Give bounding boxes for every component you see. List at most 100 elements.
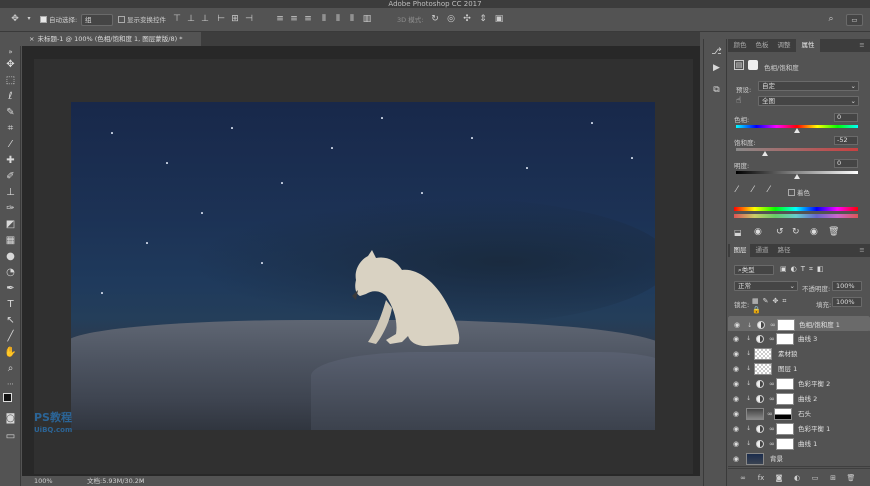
- lightness-value-input[interactable]: 0: [834, 159, 858, 168]
- actions-play-icon[interactable]: ▶: [711, 63, 722, 74]
- visibility-eye-icon[interactable]: ◉: [734, 321, 743, 329]
- hue-slider-thumb[interactable]: [794, 128, 800, 133]
- link-layers-icon[interactable]: ∞: [738, 473, 748, 483]
- tab-swatches[interactable]: 色板: [752, 39, 772, 52]
- distribute-bottom-icon[interactable]: ≡: [303, 14, 313, 24]
- layer-mask-thumbnail[interactable]: [774, 408, 792, 420]
- visibility-eye-icon[interactable]: ◉: [733, 335, 742, 343]
- channel-select[interactable]: 全图 ⌄: [758, 96, 859, 106]
- visibility-eye-icon[interactable]: ◉: [733, 365, 742, 373]
- visibility-eye-icon[interactable]: ◉: [733, 440, 742, 448]
- layer-row[interactable]: ◉ ↓ ∞ 色彩平衡 1: [728, 421, 870, 437]
- new-adjustment-icon[interactable]: ◐: [792, 473, 802, 483]
- toggle-previous-icon[interactable]: ◉: [754, 227, 762, 237]
- quick-select-tool-icon[interactable]: ✎: [3, 106, 18, 119]
- zoom-tool-icon[interactable]: ⌕: [3, 362, 18, 375]
- quick-mask-icon[interactable]: ◙: [3, 412, 18, 425]
- tab-paths[interactable]: 路径: [774, 244, 794, 257]
- align-vcenter-icon[interactable]: ⊥: [186, 14, 196, 24]
- tool-preset-dropdown-icon[interactable]: ▾: [24, 14, 34, 24]
- tab-layers[interactable]: 图层: [730, 244, 750, 257]
- collapse-tools-icon[interactable]: »: [3, 48, 18, 56]
- distribute-top-icon[interactable]: ≡: [275, 14, 285, 24]
- opacity-input[interactable]: 100%: [832, 281, 862, 291]
- layer-thumbnail[interactable]: [746, 408, 764, 420]
- layer-thumbnail[interactable]: [746, 453, 764, 465]
- colorize-check-icon[interactable]: [788, 189, 795, 196]
- lock-icons[interactable]: ▦✎✥⌗🔒: [752, 297, 802, 314]
- auto-select-check-icon[interactable]: [40, 16, 47, 23]
- layer-mask-icon[interactable]: [748, 60, 758, 70]
- align-top-icon[interactable]: ⊤: [172, 14, 182, 24]
- visibility-eye-icon[interactable]: ◉: [733, 455, 742, 463]
- panel-menu-icon[interactable]: ≡: [856, 39, 868, 52]
- distribute-vcenter-icon[interactable]: ≡: [289, 14, 299, 24]
- dodge-tool-icon[interactable]: ◔: [3, 266, 18, 279]
- workspace-icon[interactable]: ▭: [846, 14, 863, 26]
- saturation-slider-track[interactable]: [736, 148, 858, 151]
- document-tab[interactable]: × 未标题-1 @ 100% (色相/饱和度 1, 图层蒙版/8) *: [23, 32, 201, 46]
- layer-mask-thumbnail[interactable]: [776, 333, 794, 345]
- auto-select-checkbox[interactable]: 自动选择:: [40, 13, 77, 27]
- drag-3d-icon[interactable]: ✣: [462, 14, 472, 24]
- crop-tool-icon[interactable]: ⌗: [3, 122, 18, 135]
- visibility-eye-icon[interactable]: ◉: [733, 425, 742, 433]
- layer-row[interactable]: ◉ ↓ 图层 1: [728, 361, 870, 377]
- line-tool-icon[interactable]: ╱: [3, 330, 18, 343]
- layer-row[interactable]: ◉ ↓ 素材狼: [728, 346, 870, 362]
- document-size-info[interactable]: 文档:5.93M/30.2M: [87, 476, 145, 486]
- slide-3d-icon[interactable]: ⇕: [478, 14, 488, 24]
- target-adjustment-hand-icon[interactable]: ☝: [736, 96, 741, 106]
- align-left-icon[interactable]: ⊢: [216, 14, 226, 24]
- layer-mask-thumbnail[interactable]: [777, 319, 795, 331]
- clone-stamp-tool-icon[interactable]: ⊥: [3, 186, 18, 199]
- tab-adjustments[interactable]: 调整: [774, 39, 794, 52]
- fill-input[interactable]: 100%: [832, 297, 862, 307]
- layer-row[interactable]: ◉ ∞ 石头: [728, 406, 870, 422]
- layer-mask-thumbnail[interactable]: [776, 393, 794, 405]
- roll-3d-icon[interactable]: ◎: [446, 14, 456, 24]
- clip-to-layer-icon[interactable]: ⬓: [734, 228, 742, 237]
- pen-tool-icon[interactable]: ✒: [3, 282, 18, 295]
- eyedropper-subtract-icon[interactable]: ⁄: [768, 185, 770, 195]
- blur-tool-icon[interactable]: ●: [3, 250, 18, 263]
- move-tool-icon[interactable]: ✥: [10, 14, 20, 24]
- align-hcenter-icon[interactable]: ⊞: [230, 14, 240, 24]
- tab-color[interactable]: 颜色: [730, 39, 750, 52]
- saturation-value-input[interactable]: -52: [834, 136, 858, 145]
- layer-list[interactable]: ◉ ↓ ∞ 色相/饱和度 1 ◉ ↓ ∞ 曲线 3 ◉ ↓ 素材狼 ◉ ↓ 图层 1 ◉ ↓ ∞ 色彩平衡 2 ◉ ↓…: [728, 316, 870, 467]
- hand-tool-icon[interactable]: ✋: [3, 346, 18, 359]
- auto-select-target-select[interactable]: 组: [81, 14, 113, 26]
- delete-layer-icon[interactable]: 🗑: [846, 473, 856, 483]
- document-canvas-image[interactable]: [71, 102, 655, 430]
- layer-row[interactable]: ◉ 背景: [728, 451, 870, 467]
- layer-filter-select[interactable]: ⌕类型: [734, 265, 774, 275]
- healing-brush-tool-icon[interactable]: ✚: [3, 154, 18, 167]
- marquee-tool-icon[interactable]: ⬚: [3, 74, 18, 87]
- lasso-tool-icon[interactable]: ℓ: [3, 90, 18, 103]
- visibility-eye-icon[interactable]: ◉: [733, 380, 742, 388]
- align-right-icon[interactable]: ⊣: [244, 14, 254, 24]
- tab-channels[interactable]: 通道: [752, 244, 772, 257]
- foreground-color-swatch[interactable]: [3, 393, 12, 402]
- new-layer-icon[interactable]: ⊞: [828, 473, 838, 483]
- path-select-tool-icon[interactable]: ↖: [3, 314, 18, 327]
- eraser-tool-icon[interactable]: ◩: [3, 218, 18, 231]
- show-transform-check-icon[interactable]: [118, 16, 125, 23]
- panel-menu-icon[interactable]: ≡: [856, 244, 868, 257]
- blend-mode-select[interactable]: 正常 ⌄: [734, 281, 798, 291]
- saturation-slider-thumb[interactable]: [762, 151, 769, 156]
- visibility-eye-icon[interactable]: ◉: [733, 410, 742, 418]
- lightness-slider-thumb[interactable]: [794, 174, 800, 179]
- distribute-left-icon[interactable]: ⦀: [319, 14, 329, 24]
- brush-tool-icon[interactable]: ✐: [3, 170, 18, 183]
- hue-value-input[interactable]: 0: [834, 113, 858, 122]
- status-menu-icon[interactable]: ›: [140, 476, 143, 486]
- visibility-eye-icon[interactable]: ◉: [733, 395, 742, 403]
- reset-icon[interactable]: ↻: [792, 227, 800, 237]
- layer-mask-thumbnail[interactable]: [776, 438, 794, 450]
- layer-row[interactable]: ◉ ↓ ∞ 曲线 1: [728, 436, 870, 452]
- layer-row[interactable]: ◉ ↓ ∞ 曲线 3: [728, 331, 870, 347]
- layer-style-icon[interactable]: fx: [756, 473, 766, 483]
- layer-row[interactable]: ◉ ↓ ∞ 色彩平衡 2: [728, 376, 870, 392]
